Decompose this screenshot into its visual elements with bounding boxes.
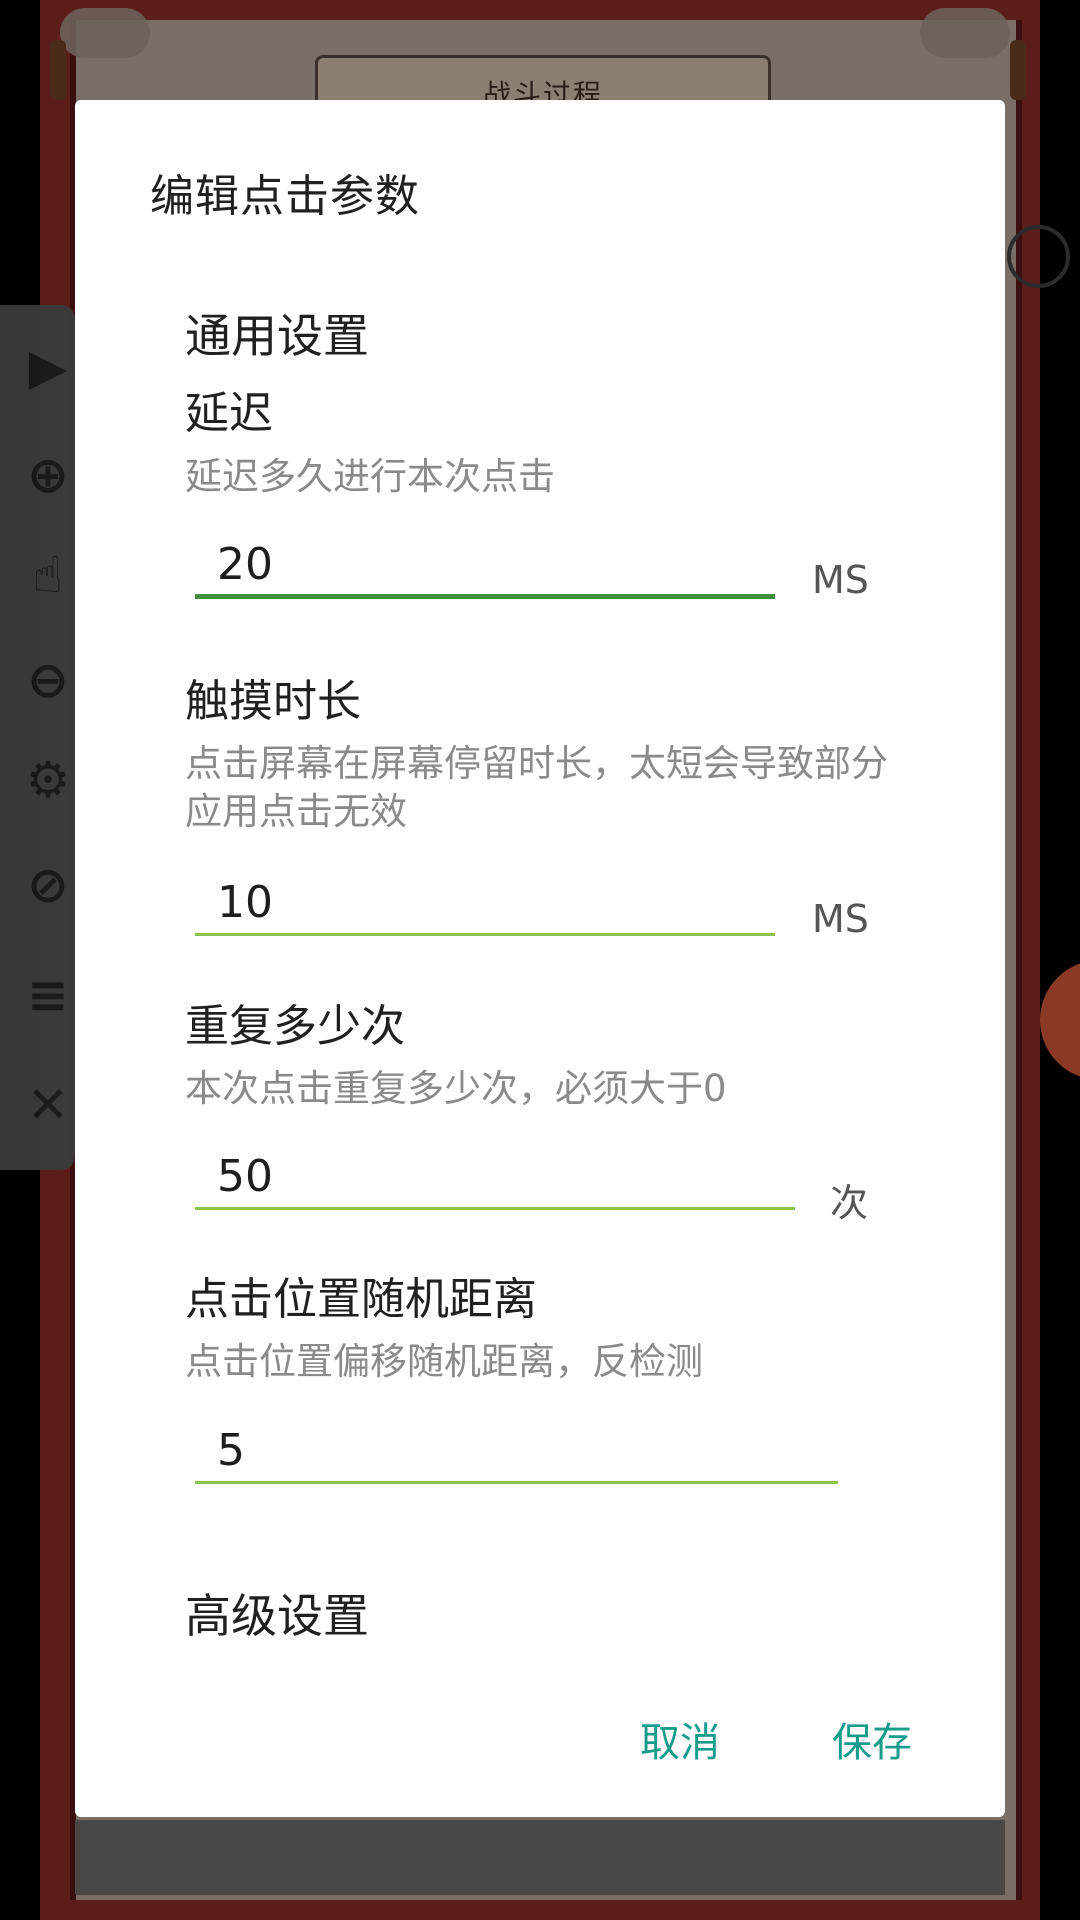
hand-icon[interactable]: ☝ <box>18 545 78 605</box>
background-footer <box>75 1820 1005 1895</box>
repeat-title: 重复多少次 <box>185 1001 405 1052</box>
cloud-decoration <box>60 8 150 58</box>
cloud-decoration <box>920 8 1010 58</box>
repeat-input[interactable] <box>195 1146 795 1210</box>
touch-duration-input[interactable] <box>195 872 775 936</box>
delay-unit: MS <box>812 558 869 602</box>
random-distance-description: 点击位置偏移随机距离，反检测 <box>185 1340 703 1383</box>
dialog-title: 编辑点击参数 <box>150 171 420 222</box>
touch-duration-description: 点击屏幕在屏幕停留时长，太短会导致部分应用点击无效 <box>185 742 888 833</box>
remove-icon[interactable]: ⊖ <box>18 650 78 710</box>
touch-duration-unit: MS <box>812 897 869 941</box>
delay-title: 延迟 <box>185 388 273 439</box>
crosshair-icon <box>1007 225 1070 288</box>
menu-icon[interactable]: ≡ <box>18 965 78 1025</box>
visibility-off-icon[interactable]: ⊘ <box>18 855 78 915</box>
add-icon[interactable]: ⊕ <box>18 445 78 505</box>
edit-click-dialog: 编辑点击参数 通用设置 延迟 延迟多久进行本次点击 MS 触摸时长 点击屏幕在屏… <box>75 100 1005 1817</box>
floating-toolbar: ▶ ⊕ ☝ ⊖ ⚙ ⊘ ≡ ✕ <box>0 305 75 1170</box>
delay-description: 延迟多久进行本次点击 <box>185 455 555 498</box>
cancel-button[interactable]: 取消 <box>640 1710 720 1768</box>
gear-icon[interactable]: ⚙ <box>18 750 78 810</box>
repeat-description: 本次点击重复多少次，必须大于0 <box>185 1067 727 1110</box>
repeat-unit: 次 <box>830 1181 869 1225</box>
save-button[interactable]: 保存 <box>832 1710 912 1768</box>
advanced-settings-header: 高级设置 <box>185 1589 369 1643</box>
tassel-decoration <box>1010 40 1026 100</box>
close-icon[interactable]: ✕ <box>18 1075 78 1135</box>
delay-input[interactable] <box>195 535 775 599</box>
touch-duration-title: 触摸时长 <box>185 676 361 727</box>
general-settings-header: 通用设置 <box>185 309 369 363</box>
random-distance-title: 点击位置随机距离 <box>185 1274 537 1325</box>
floating-orb <box>1040 960 1080 1080</box>
play-icon[interactable]: ▶ <box>18 337 78 397</box>
random-distance-input[interactable] <box>195 1420 838 1484</box>
tassel-decoration <box>50 40 66 100</box>
